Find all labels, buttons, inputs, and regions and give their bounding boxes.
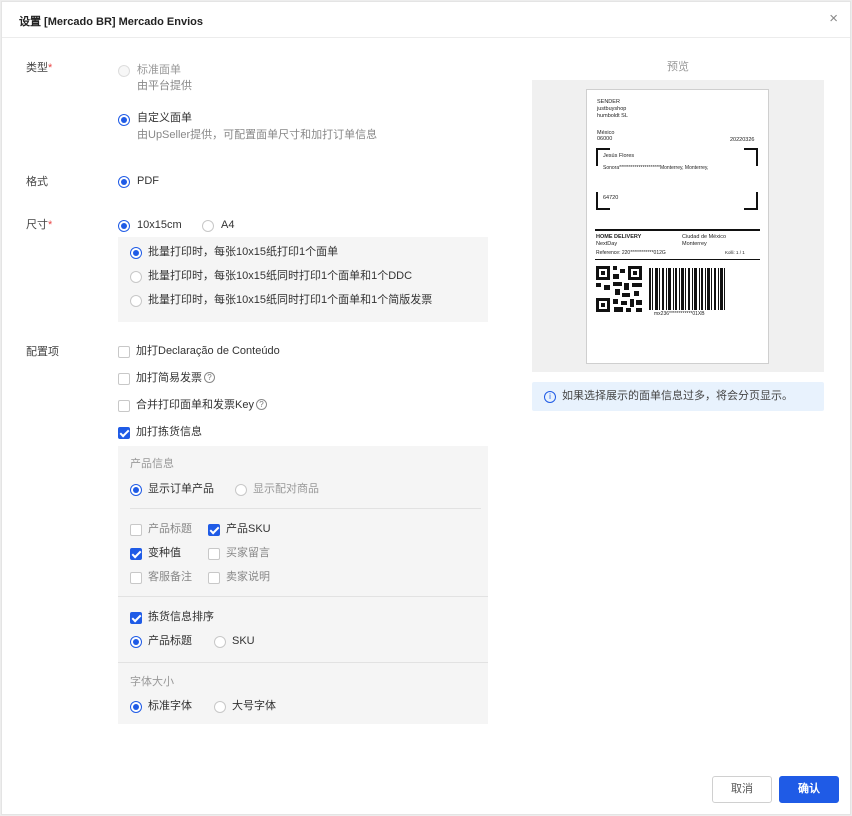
cs-note-checkbox[interactable] bbox=[130, 572, 142, 584]
standard-font-option[interactable]: 标准字体 bbox=[148, 699, 192, 714]
simple-invoice-option[interactable]: 加打简易发票? bbox=[136, 371, 215, 386]
confirm-button[interactable]: 确认 bbox=[779, 776, 839, 803]
sort-by-sku-radio[interactable] bbox=[214, 636, 226, 648]
size-label: 尺寸* bbox=[26, 219, 53, 231]
frame-corner bbox=[744, 148, 758, 166]
notice-bar: i 如果选择展示的面单信息过多，将会分页显示。 bbox=[532, 382, 824, 411]
buyer-message-checkbox[interactable] bbox=[208, 548, 220, 560]
size-10x15-option[interactable]: 10x15cm bbox=[137, 218, 182, 233]
show-order-products-radio[interactable] bbox=[130, 484, 142, 496]
variant-option[interactable]: 变种值 bbox=[148, 546, 181, 561]
simple-invoice-checkbox[interactable] bbox=[118, 373, 130, 385]
dest-city: Ciudad de México bbox=[682, 234, 727, 240]
sender-label: SENDER bbox=[597, 99, 620, 105]
cancel-button[interactable]: 取消 bbox=[712, 776, 772, 803]
product-title-option[interactable]: 产品标题 bbox=[148, 522, 192, 537]
format-label: 格式 bbox=[26, 176, 48, 188]
print-mode-2-option[interactable]: 批量打印时，每张10x15纸同时打印1个面单和1个DDC bbox=[148, 269, 412, 284]
dest-state: Monterrey bbox=[682, 241, 707, 247]
notice-text: 如果选择展示的面单信息过多，将会分页显示。 bbox=[562, 390, 793, 402]
seller-note-checkbox[interactable] bbox=[208, 572, 220, 584]
standard-font-radio[interactable] bbox=[130, 701, 142, 713]
help-icon[interactable]: ? bbox=[255, 399, 267, 410]
sender-shop: justbuyshop bbox=[597, 106, 627, 112]
buyer-message-option[interactable]: 买家留言 bbox=[226, 546, 270, 561]
recipient-name: Jesús Flores bbox=[603, 153, 635, 159]
show-order-products-option[interactable]: 显示订单产品 bbox=[148, 482, 214, 497]
standard-label-option[interactable]: 标准面单 bbox=[137, 63, 181, 78]
dialog-title: 设置 [Mercado BR] Mercado Envios bbox=[19, 16, 203, 28]
show-matched-products-radio[interactable] bbox=[235, 484, 247, 496]
sort-by-sku-option[interactable]: SKU bbox=[232, 634, 255, 649]
picking-info-option[interactable]: 加打拣货信息 bbox=[136, 425, 202, 440]
qr-code-icon bbox=[596, 266, 642, 312]
product-sku-checkbox[interactable] bbox=[208, 524, 220, 536]
preview-title: 预览 bbox=[667, 61, 689, 73]
sort-by-title-radio[interactable] bbox=[130, 636, 142, 648]
frame-corner bbox=[744, 192, 758, 210]
sort-picking-checkbox[interactable] bbox=[130, 612, 142, 624]
reference: Reference: 220************012G bbox=[596, 250, 666, 256]
service-type: HOME DELIVERY bbox=[596, 234, 642, 240]
size-a4-radio[interactable] bbox=[202, 220, 214, 232]
picking-info-checkbox[interactable] bbox=[118, 427, 130, 439]
barcode-icon bbox=[649, 268, 725, 310]
divider bbox=[130, 508, 481, 509]
print-mode-3-radio[interactable] bbox=[130, 295, 142, 307]
cs-note-option[interactable]: 客服备注 bbox=[148, 570, 192, 585]
large-font-option[interactable]: 大号字体 bbox=[232, 699, 276, 714]
type-label: 类型* bbox=[26, 62, 53, 74]
declaracao-checkbox[interactable] bbox=[118, 346, 130, 358]
standard-label-desc: 由平台提供 bbox=[137, 80, 192, 92]
declaracao-option[interactable]: 加打Declaração de Conteúdo bbox=[136, 344, 280, 359]
sender-name: humboldt SL bbox=[597, 113, 628, 119]
print-mode-1-radio[interactable] bbox=[130, 247, 142, 259]
kolli: Kolli: 1 / 1 bbox=[725, 250, 745, 255]
print-mode-3-option[interactable]: 批量打印时，每张10x15纸同时打印1个面单和1个简版发票 bbox=[148, 293, 432, 308]
pdf-radio[interactable] bbox=[118, 176, 130, 188]
show-matched-products-option[interactable]: 显示配对商品 bbox=[253, 482, 319, 497]
sender-zip: 06000 bbox=[597, 136, 613, 142]
custom-label-option[interactable]: 自定义面单 bbox=[137, 111, 192, 126]
info-icon: i bbox=[544, 391, 556, 403]
pdf-option[interactable]: PDF bbox=[137, 174, 159, 189]
product-title-checkbox[interactable] bbox=[130, 524, 142, 536]
config-label: 配置项 bbox=[26, 346, 59, 358]
help-icon[interactable]: ? bbox=[204, 372, 215, 383]
large-font-radio[interactable] bbox=[214, 701, 226, 713]
delivery-speed: NextDay bbox=[596, 241, 618, 247]
size-a4-option[interactable]: A4 bbox=[221, 218, 234, 233]
standard-label-radio[interactable] bbox=[118, 65, 130, 77]
label-date: 20220326 bbox=[730, 137, 755, 143]
size-10x15-radio[interactable] bbox=[118, 220, 130, 232]
product-sku-option[interactable]: 产品SKU bbox=[226, 522, 271, 537]
custom-label-desc: 由UpSeller提供，可配置面单尺寸和加打订单信息 bbox=[137, 129, 378, 141]
divider bbox=[118, 596, 488, 597]
print-mode-1-option[interactable]: 批量打印时，每张10x15纸打印1个面单 bbox=[148, 245, 338, 260]
divider bbox=[595, 259, 760, 260]
seller-note-option[interactable]: 卖家说明 bbox=[226, 570, 270, 585]
variant-checkbox[interactable] bbox=[130, 548, 142, 560]
merge-invoice-key-option[interactable]: 合并打印面单和发票Key? bbox=[136, 398, 267, 413]
recipient-address: Sonora*********************Monterrey, Mo… bbox=[603, 165, 709, 171]
sort-picking-option[interactable]: 拣货信息排序 bbox=[148, 610, 214, 625]
dialog-header: 设置 [Mercado BR] Mercado Envios × bbox=[2, 2, 850, 38]
merge-invoice-key-checkbox[interactable] bbox=[118, 400, 130, 412]
recipient-zip: 64720 bbox=[603, 195, 619, 201]
divider bbox=[595, 229, 760, 231]
barcode-text: mx236************01XB bbox=[653, 311, 706, 318]
font-size-title: 字体大小 bbox=[130, 676, 174, 688]
custom-label-radio[interactable] bbox=[118, 114, 130, 126]
product-info-title: 产品信息 bbox=[130, 458, 174, 470]
print-mode-2-radio[interactable] bbox=[130, 271, 142, 283]
shipping-label-preview: SENDER justbuyshop humboldt SL México 06… bbox=[586, 89, 769, 364]
sort-by-title-option[interactable]: 产品标题 bbox=[148, 634, 192, 649]
divider bbox=[118, 662, 488, 663]
close-icon[interactable]: × bbox=[829, 10, 838, 28]
